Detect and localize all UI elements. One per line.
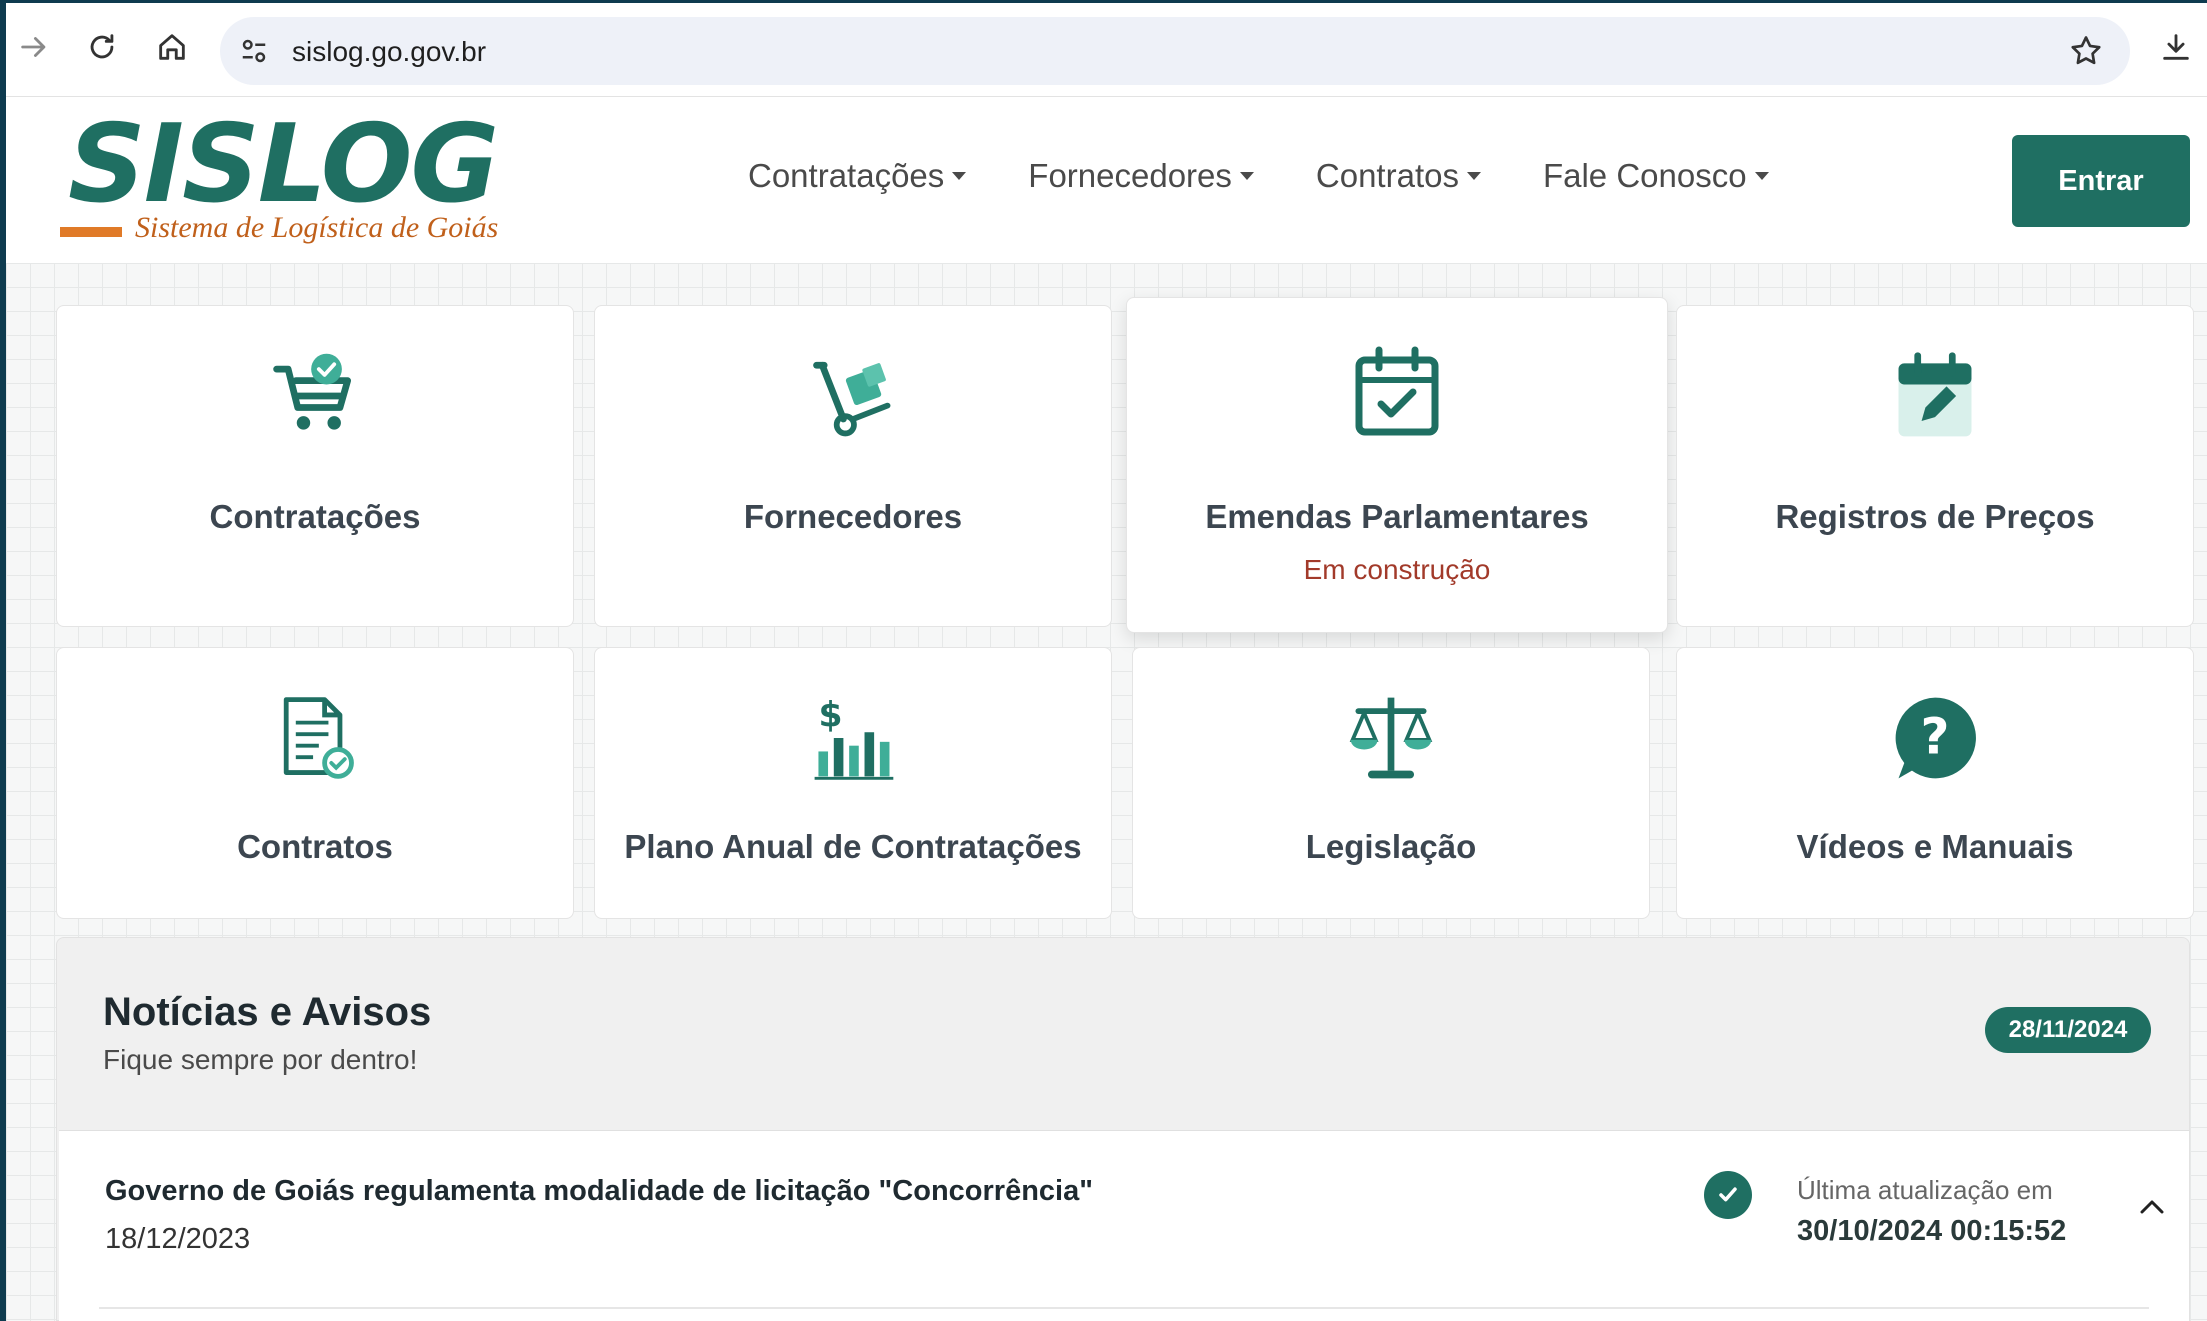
reload-icon[interactable] — [80, 25, 124, 69]
caret-down-icon — [1239, 172, 1254, 180]
news-item-date: 18/12/2023 — [105, 1223, 251, 1255]
document-check-icon — [265, 688, 365, 788]
status-under-construction: Em construção — [1303, 554, 1491, 585]
sislog-logo[interactable]: SISLOG Sistema de Logística de Goiás — [60, 111, 499, 251]
news-divider — [99, 1307, 2149, 1309]
news-item-title[interactable]: Governo de Goiás regulamenta modalidade … — [105, 1175, 1093, 1208]
home-icon[interactable] — [150, 25, 194, 69]
card-label: Registros de Preços — [1775, 498, 2095, 535]
card-label: Contratos — [237, 828, 393, 865]
caret-down-icon — [1466, 172, 1481, 180]
calendar-edit-icon — [1885, 346, 1985, 446]
card-plano-anual[interactable]: $ Plano Anual de Contratações — [594, 647, 1112, 919]
card-videos-e-manuais[interactable]: ? Vídeos e Manuais — [1676, 647, 2194, 919]
card-contratacoes[interactable]: Contratações — [56, 305, 574, 627]
window-frame-top — [0, 0, 2207, 3]
cart-check-icon — [265, 346, 365, 446]
caret-down-icon — [952, 172, 967, 180]
download-icon[interactable] — [2154, 25, 2198, 69]
calendar-check-icon — [1347, 342, 1447, 442]
last-updated-label: Última atualização em — [1797, 1175, 2053, 1205]
card-label: Vídeos e Manuais — [1796, 828, 2074, 865]
url-text[interactable]: sislog.go.gov.br — [292, 36, 486, 68]
caret-down-icon — [1754, 172, 1769, 180]
card-fornecedores[interactable]: Fornecedores — [594, 305, 1112, 627]
scales-icon — [1341, 688, 1441, 788]
card-label: Fornecedores — [743, 498, 963, 535]
news-title: Notícias e Avisos — [103, 990, 432, 1034]
news-subtitle: Fique sempre por dentro! — [103, 1044, 418, 1075]
content-area: Contratações Fornecedores Emendas Parlam — [6, 263, 2207, 1321]
check-circle-icon — [1704, 1171, 1752, 1219]
site-settings-icon[interactable] — [236, 33, 272, 69]
bookmark-star-icon[interactable] — [2068, 33, 2104, 69]
news-item[interactable]: Governo de Goiás regulamenta modalidade … — [59, 1130, 2189, 1321]
chevron-up-icon[interactable] — [2137, 1197, 2167, 1217]
forward-icon[interactable] — [12, 25, 56, 69]
nav-fale-conosco[interactable]: Fale Conosco — [1543, 157, 1769, 195]
card-label: Emendas Parlamentares — [1205, 498, 1589, 535]
browser-toolbar: sislog.go.gov.br — [6, 3, 2207, 97]
card-label: Legislação — [1305, 828, 1477, 865]
logo-subtitle: Sistema de Logística de Goiás — [135, 211, 499, 244]
card-contratos[interactable]: Contratos — [56, 647, 574, 919]
card-legislacao[interactable]: Legislação — [1132, 647, 1650, 919]
news-date-badge: 28/11/2024 — [1985, 1007, 2151, 1053]
address-bar[interactable]: sislog.go.gov.br — [220, 17, 2130, 85]
nav-fornecedores[interactable]: Fornecedores — [1028, 157, 1254, 195]
nav-contratos[interactable]: Contratos — [1316, 157, 1481, 195]
dollar-chart-icon: $ — [803, 688, 903, 788]
site-header: SISLOG Sistema de Logística de Goiás Con… — [6, 97, 2207, 263]
svg-text:?: ? — [1921, 707, 1950, 765]
question-bubble-icon: ? — [1885, 688, 1985, 788]
login-button[interactable]: Entrar — [2012, 135, 2190, 227]
hand-truck-icon — [803, 346, 903, 446]
nav-label: Fale Conosco — [1542, 157, 1747, 194]
nav-label: Fornecedores — [1028, 157, 1232, 194]
last-updated-value: 30/10/2024 00:15:52 — [1797, 1215, 2067, 1247]
card-registros-de-precos[interactable]: Registros de Preços — [1676, 305, 2194, 627]
svg-text:$: $ — [818, 695, 842, 735]
logo-wordmark: SISLOG — [68, 102, 499, 227]
news-section: Notícias e Avisos Fique sempre por dentr… — [56, 937, 2190, 1321]
nav-contratacoes[interactable]: Contratações — [748, 157, 967, 195]
card-label: Plano Anual de Contratações — [624, 828, 1082, 865]
card-label: Contratações — [209, 498, 421, 535]
card-emendas-parlamentares[interactable]: Emendas Parlamentares Em construção — [1126, 297, 1668, 633]
window-frame-left — [0, 0, 6, 1321]
main-nav: Contratações Fornecedores Contratos Fale… — [748, 157, 1831, 195]
nav-label: Contratos — [1315, 157, 1459, 194]
logo-accent-bar — [60, 227, 122, 237]
nav-label: Contratações — [748, 157, 945, 194]
